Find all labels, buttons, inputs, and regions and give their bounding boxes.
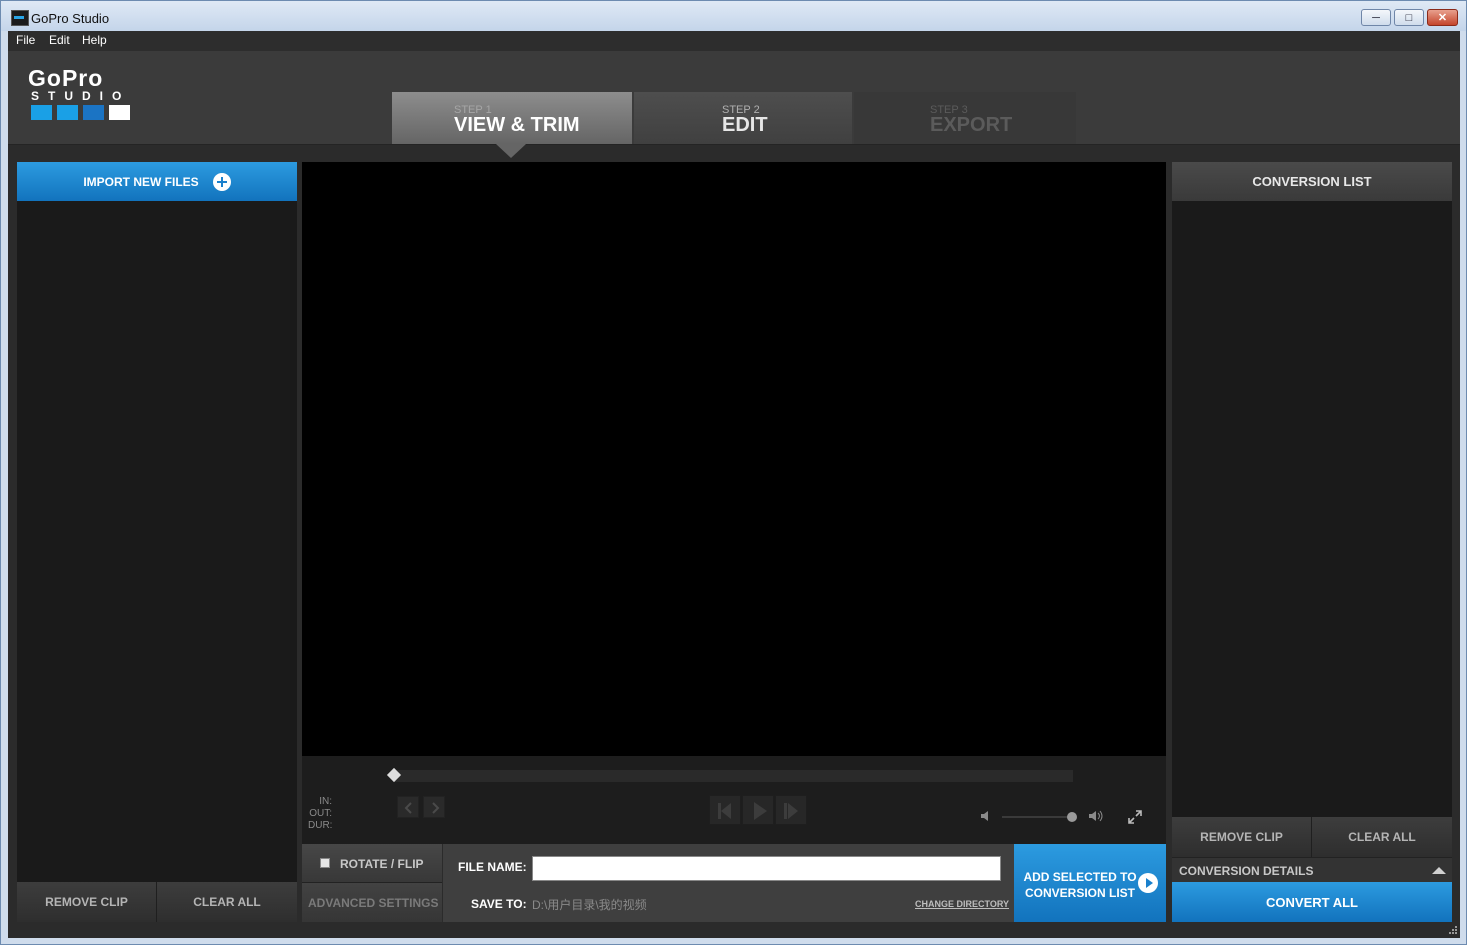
timeline-scrubber[interactable] xyxy=(394,770,1073,782)
video-preview[interactable] xyxy=(302,162,1166,756)
close-button[interactable]: ✕ xyxy=(1427,9,1458,26)
advanced-settings-button[interactable]: ADVANCED SETTINGS xyxy=(302,883,442,922)
volume-slider[interactable] xyxy=(1002,816,1074,818)
step-forward-icon xyxy=(784,803,798,819)
add-to-conversion-label: ADD SELECTED TO CONVERSION LIST xyxy=(1020,869,1140,901)
volume-knob[interactable] xyxy=(1066,812,1077,822)
add-to-conversion-list-button[interactable]: ADD SELECTED TO CONVERSION LIST xyxy=(1014,844,1166,922)
plus-circle-icon xyxy=(212,172,231,191)
advanced-settings-label: ADVANCED SETTINGS xyxy=(308,896,439,910)
conversion-details-label: CONVERSION DETAILS xyxy=(1179,864,1314,878)
tab-label: VIEW & TRIM xyxy=(454,114,580,136)
fullscreen-icon[interactable] xyxy=(1127,809,1143,825)
in-label: IN: xyxy=(319,796,332,807)
play-circle-icon xyxy=(1138,873,1158,893)
add-label-line2: CONVERSION LIST xyxy=(1024,886,1135,900)
change-directory-link[interactable]: CHANGE DIRECTORY xyxy=(915,899,1009,909)
tab-label: EXPORT xyxy=(930,114,1013,136)
play-button[interactable] xyxy=(742,795,774,825)
app-icon xyxy=(11,10,29,26)
logo-square xyxy=(31,105,52,120)
menu-bar: File Edit Help xyxy=(8,31,1460,51)
menu-file[interactable]: File xyxy=(16,33,35,47)
remove-clip-button[interactable]: REMOVE CLIP xyxy=(1172,817,1312,857)
volume-low-icon xyxy=(981,811,988,821)
volume-high-icon xyxy=(1089,810,1103,822)
maximize-button[interactable]: □ xyxy=(1394,9,1424,26)
step-back-button[interactable] xyxy=(709,795,741,825)
menu-edit[interactable]: Edit xyxy=(49,33,70,47)
trim-prev-button[interactable] xyxy=(397,796,419,818)
clear-all-button[interactable]: CLEAR ALL xyxy=(1312,817,1452,857)
window-title: GoPro Studio xyxy=(31,11,110,26)
save-to-path: D:\用户目录\我的视频 xyxy=(532,898,647,912)
conversion-list-header: CONVERSION LIST xyxy=(1172,162,1452,201)
header: GoPro STUDIO STEP 1 VIEW & TRIM STEP 2 E… xyxy=(8,51,1460,158)
play-icon xyxy=(754,802,767,820)
in-out-dur-labels: IN: OUT: DUR: xyxy=(308,796,332,832)
step-forward-button[interactable] xyxy=(775,795,807,825)
remove-clip-button[interactable]: REMOVE CLIP xyxy=(17,882,157,922)
rotate-flip-option[interactable]: ROTATE / FLIP xyxy=(302,844,442,883)
convert-all-button[interactable]: CONVERT ALL xyxy=(1172,882,1452,922)
step-back-icon xyxy=(718,803,731,819)
app-window: GoPro Studio ─ □ ✕ File Edit Help GoPro … xyxy=(0,0,1467,945)
add-label-line1: ADD SELECTED TO xyxy=(1023,870,1137,884)
logo-subtitle: STUDIO xyxy=(31,89,131,103)
logo-square xyxy=(83,105,104,120)
rotate-flip-checkbox[interactable] xyxy=(320,858,330,868)
logo-wordmark: GoPro xyxy=(28,65,104,91)
conversion-list[interactable] xyxy=(1172,201,1452,817)
conversion-list-panel: CONVERSION LIST REMOVE CLIP CLEAR ALL CO… xyxy=(1172,162,1452,922)
logo-square xyxy=(109,105,130,120)
file-name-label: FILE NAME: xyxy=(458,860,527,874)
output-settings: FILE NAME: SAVE TO: D:\用户目录\我的视频 CHANGE … xyxy=(443,844,1014,922)
title-bar: GoPro Studio ─ □ ✕ xyxy=(1,1,1466,31)
tab-view-trim[interactable]: STEP 1 VIEW & TRIM xyxy=(392,92,632,144)
chevron-right-icon xyxy=(432,802,440,814)
media-bin-panel: IMPORT NEW FILES REMOVE CLIP CLEAR ALL xyxy=(17,162,297,922)
chevron-left-icon xyxy=(404,802,412,814)
import-label: IMPORT NEW FILES xyxy=(83,174,199,189)
active-tab-pointer xyxy=(496,144,526,158)
minimize-button[interactable]: ─ xyxy=(1361,9,1391,26)
media-list[interactable] xyxy=(17,201,297,882)
save-to-label: SAVE TO: xyxy=(471,897,527,911)
tab-export[interactable]: STEP 3 EXPORT xyxy=(854,92,1076,144)
resize-grip-icon[interactable] xyxy=(1448,925,1458,935)
player-controls: IN: OUT: DUR: xyxy=(302,756,1166,844)
out-label: OUT: xyxy=(309,808,332,819)
tab-edit[interactable]: STEP 2 EDIT xyxy=(634,92,852,144)
app-body: File Edit Help GoPro STUDIO STEP 1 VIEW … xyxy=(8,31,1460,938)
logo-square xyxy=(57,105,78,120)
chevron-up-icon xyxy=(1432,867,1446,874)
tab-label: EDIT xyxy=(722,114,768,136)
dur-label: DUR: xyxy=(308,820,333,831)
clear-all-button[interactable]: CLEAR ALL xyxy=(157,882,297,922)
menu-help[interactable]: Help xyxy=(82,33,107,47)
import-new-files-button[interactable]: IMPORT NEW FILES xyxy=(17,162,297,201)
trim-next-button[interactable] xyxy=(423,796,445,818)
conversion-details-toggle[interactable]: CONVERSION DETAILS xyxy=(1172,857,1452,883)
rotate-flip-label: ROTATE / FLIP xyxy=(340,857,424,871)
file-name-input[interactable] xyxy=(532,856,1001,881)
